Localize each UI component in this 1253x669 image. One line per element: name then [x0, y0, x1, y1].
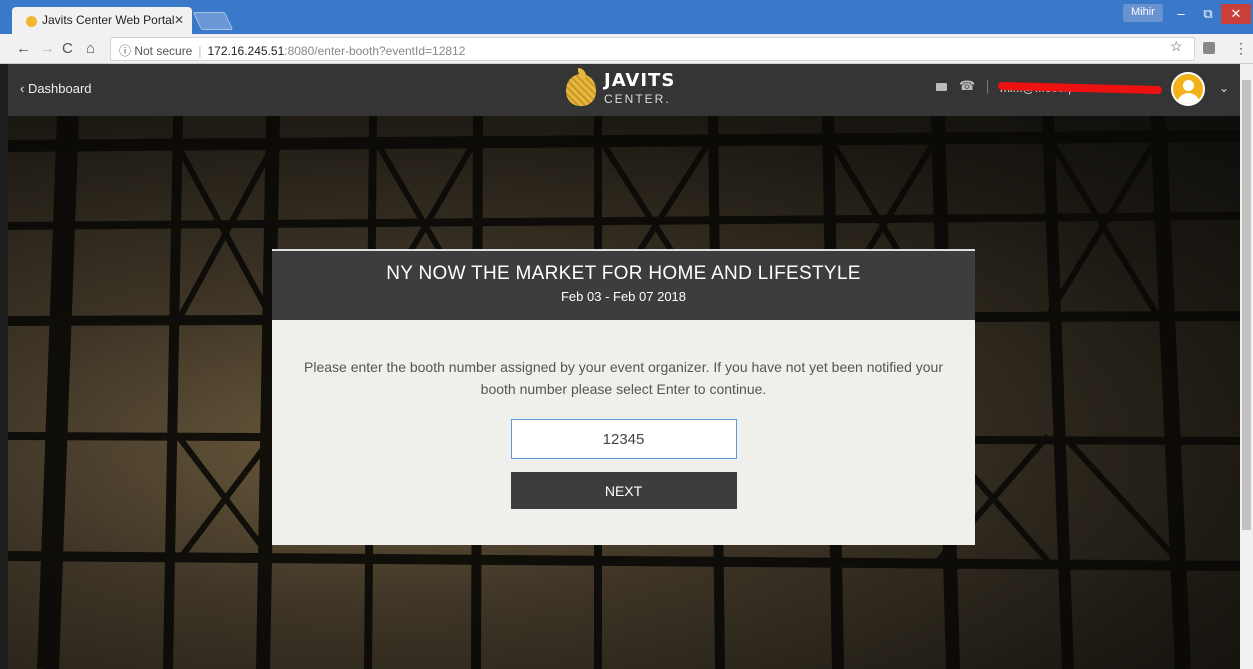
- app-header: ‹ Dashboard JAVITS CENTER. ☎ mi...@...ec…: [8, 64, 1240, 116]
- window-close-button[interactable]: ✕: [1221, 4, 1251, 24]
- booth-instructions: Please enter the booth number assigned b…: [304, 359, 943, 397]
- dashboard-back-link[interactable]: ‹ Dashboard: [20, 81, 92, 96]
- browser-toolbar: ← → C ⌂ ⓘ Not secure | 172.16.245.51:8080/…: [0, 34, 1253, 64]
- javits-logo[interactable]: JAVITS CENTER.: [566, 68, 686, 112]
- browser-tab[interactable]: Javits Center Web Portal ✕: [12, 7, 192, 34]
- forward-arrow-icon[interactable]: →: [40, 40, 55, 57]
- maximize-button[interactable]: ⧉: [1195, 4, 1221, 24]
- scrollbar-thumb[interactable]: [1242, 80, 1251, 530]
- page-scrollbar[interactable]: [1240, 64, 1253, 669]
- new-tab-button[interactable]: [192, 12, 234, 30]
- phone-icon[interactable]: ☎: [959, 78, 975, 94]
- dialog-header: NY NOW THE MARKET FOR HOME AND LIFESTYLE…: [272, 249, 975, 320]
- browser-menu-icon[interactable]: ⋮: [1234, 40, 1248, 57]
- address-bar[interactable]: ⓘ Not secure | 172.16.245.51:8080/enter-bo…: [110, 37, 1195, 61]
- avatar-body: [1177, 93, 1200, 104]
- bookmark-star-icon[interactable]: ☆: [1170, 38, 1183, 55]
- avatar-head: [1183, 80, 1194, 91]
- extension-icon[interactable]: [1203, 42, 1215, 54]
- minimize-button[interactable]: –: [1168, 4, 1194, 24]
- browser-titlebar: Javits Center Web Portal ✕ Mihir – ⧉ ✕: [0, 0, 1253, 34]
- mail-icon[interactable]: [936, 83, 947, 91]
- booth-number-input[interactable]: [510, 419, 737, 459]
- security-indicator[interactable]: ⓘ Not secure: [119, 44, 192, 58]
- header-divider: [987, 80, 988, 94]
- booth-entry-dialog: NY NOW THE MARKET FOR HOME AND LIFESTYLE…: [272, 249, 975, 545]
- tab-close-icon[interactable]: ✕: [174, 13, 184, 27]
- event-title: NY NOW THE MARKET FOR HOME AND LIFESTYLE: [386, 263, 861, 284]
- event-dates: Feb 03 - Feb 07 2018: [560, 289, 687, 304]
- user-avatar[interactable]: [1171, 72, 1205, 106]
- logo-text-javits: JAVITS: [604, 70, 676, 91]
- url-host: 172.16.245.51: [207, 44, 285, 58]
- logo-text-center: CENTER.: [604, 92, 671, 106]
- back-arrow-icon[interactable]: ←: [16, 40, 31, 57]
- profile-badge[interactable]: Mihir: [1123, 4, 1163, 22]
- home-icon[interactable]: ⌂: [86, 40, 95, 57]
- next-button[interactable]: NEXT: [510, 472, 737, 509]
- url-path: :8080/enter-booth?eventId=12812: [284, 44, 466, 58]
- reload-icon[interactable]: C: [62, 40, 73, 57]
- apple-logo-icon: [566, 74, 596, 106]
- favicon-icon: [26, 16, 37, 27]
- tab-title: Javits Center Web Portal: [42, 13, 175, 27]
- url-separator: |: [198, 44, 202, 58]
- chevron-down-icon[interactable]: ⌄: [1219, 81, 1229, 95]
